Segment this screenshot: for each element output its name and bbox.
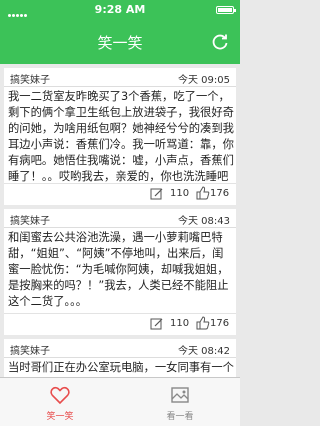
- like-count: 176: [210, 188, 230, 199]
- post-author: 搞笑妹子: [10, 346, 50, 357]
- divider: [4, 227, 236, 228]
- thumbs-up-icon[interactable]: [196, 316, 210, 330]
- refresh-icon[interactable]: [210, 32, 230, 52]
- status-time: 9:28 AM: [94, 3, 146, 16]
- like-count: 176: [210, 318, 230, 329]
- nav-bar: 笑一笑: [0, 20, 240, 64]
- tab-label: 笑一笑: [46, 412, 74, 422]
- thumbs-up-icon[interactable]: [196, 186, 210, 200]
- post-content: 当时哥们正在办公室玩电脑，一女同事有一个很小的老弟，她这小老弟冲进办公室就翻她姐…: [8, 361, 234, 374]
- post-actions: 110 176: [4, 184, 236, 204]
- battery-icon: [216, 6, 236, 14]
- tab-bar: 笑一笑 看一看: [0, 377, 240, 426]
- joke-card: 搞笑妹子 今天 09:05 我一二货室友昨晚买了3个香蕉，吃了一个，剩下的俩个拿…: [4, 68, 236, 205]
- post-date: 今天 09:05: [178, 75, 230, 86]
- divider: [4, 86, 236, 87]
- comment-icon[interactable]: [150, 317, 164, 331]
- heart-icon: [50, 386, 70, 405]
- post-content: 我一二货室友昨晚买了3个香蕉，吃了一个，剩下的俩个拿卫生纸包上放进袋子，我很好奇…: [8, 90, 234, 183]
- image-icon: [171, 387, 189, 403]
- tab-browse[interactable]: 看一看: [120, 378, 240, 426]
- post-date: 今天 08:43: [178, 216, 230, 227]
- comment-count: 110: [170, 318, 190, 329]
- divider: [4, 357, 236, 358]
- post-actions: 110 176: [4, 314, 236, 334]
- tab-label: 看一看: [166, 412, 194, 422]
- page-title: 笑一笑: [97, 34, 143, 52]
- joke-feed[interactable]: 搞笑妹子 今天 09:05 我一二货室友昨晚买了3个香蕉，吃了一个，剩下的俩个拿…: [0, 64, 240, 377]
- post-content: 和闺蜜去公共浴池洗澡，遇一小萝莉嘴巴特甜，“姐姐”、“阿姨”不停地叫，出来后，闺…: [8, 231, 229, 308]
- status-bar: 9:28 AM: [0, 0, 240, 20]
- post-author: 搞笑妹子: [10, 216, 50, 227]
- joke-card: 搞笑妹子 今天 08:42 当时哥们正在办公室玩电脑，一女同事有一个很小的老弟，…: [4, 339, 236, 377]
- joke-card: 搞笑妹子 今天 08:43 和闺蜜去公共浴池洗澡，遇一小萝莉嘴巴特甜，“姐姐”、…: [4, 209, 236, 335]
- comment-icon[interactable]: [150, 187, 164, 201]
- post-date: 今天 08:42: [178, 346, 230, 357]
- comment-count: 110: [170, 188, 190, 199]
- post-author: 搞笑妹子: [10, 75, 50, 86]
- tab-laugh[interactable]: 笑一笑: [0, 378, 120, 426]
